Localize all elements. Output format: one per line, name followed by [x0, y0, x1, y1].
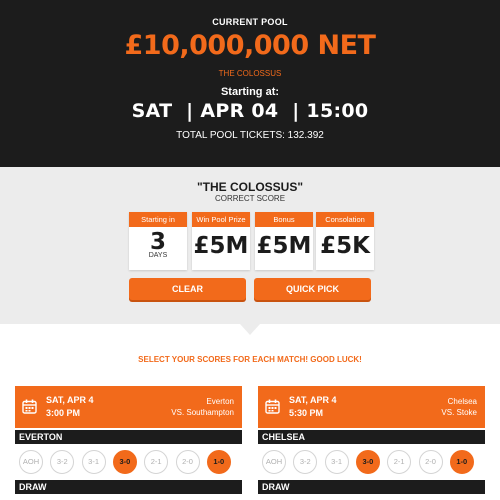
score-option-2-1[interactable]: 2-1 [387, 450, 412, 474]
score-option-aoh[interactable]: AOH [262, 450, 286, 474]
score-option-2-0[interactable]: 2-0 [418, 450, 443, 474]
card-starting-in: Starting in 3 DAYS [129, 212, 187, 270]
match-away-team: VS. Stoke [441, 408, 477, 417]
instruction-text: SELECT YOUR SCORES FOR EACH MATCH! GOOD … [138, 355, 362, 364]
match-home-team: Everton [206, 397, 234, 406]
score-option-3-0[interactable]: 3-0 [112, 450, 137, 474]
home-win-row-label: EVERTON [15, 430, 242, 444]
match-home-team: Chelsea [447, 397, 477, 406]
draw-row-label: DRAW [15, 480, 242, 494]
match-time: 5:30 PM [289, 408, 324, 418]
pool-name: THE COLOSSUS [218, 69, 282, 78]
card-head: Bonus [255, 212, 313, 227]
pool-banner: CURRENT POOL £10,000,000 NET THE COLOSSU… [0, 0, 500, 167]
card-head: Win Pool Prize [192, 212, 250, 227]
panel-pointer [240, 324, 260, 335]
game-title: "THE COLOSSUS" [196, 180, 304, 194]
card-head: Starting in [129, 212, 187, 227]
match-header: SAT, APR 4 3:00 PM Everton VS. Southampt… [15, 386, 242, 428]
score-option-1-0[interactable]: 1-0 [449, 450, 474, 474]
match-header: SAT, APR 4 5:30 PM Chelsea VS. Stoke [258, 386, 485, 428]
calendar-icon [265, 399, 280, 414]
score-option-1-0[interactable]: 1-0 [206, 450, 231, 474]
score-option-3-2[interactable]: 3-2 [50, 450, 75, 474]
start-label: Starting at: [220, 86, 280, 98]
card-value: £5K [320, 233, 370, 259]
score-option-aoh[interactable]: AOH [19, 450, 43, 474]
total-tickets: TOTAL POOL TICKETS: 132.392 [176, 130, 324, 141]
card-unit: DAYS [148, 252, 168, 259]
score-option-3-0[interactable]: 3-0 [355, 450, 380, 474]
quick-pick-button[interactable]: QUICK PICK [254, 278, 371, 300]
draw-row-label: DRAW [258, 480, 485, 494]
match-card-0: SAT, APR 4 3:00 PM Everton VS. Southampt… [15, 386, 242, 494]
pool-label: CURRENT POOL [212, 17, 288, 27]
score-options: AOH 3-2 3-1 3-0 2-1 2-0 1-0 [15, 444, 242, 480]
score-option-3-2[interactable]: 3-2 [293, 450, 318, 474]
match-time: 3:00 PM [46, 408, 81, 418]
clear-button[interactable]: CLEAR [129, 278, 246, 300]
score-option-2-1[interactable]: 2-1 [144, 450, 169, 474]
card-bonus: Bonus £5M [255, 212, 313, 270]
card-consolation: Consolation £5K [316, 212, 374, 270]
match-away-team: VS. Southampton [171, 408, 234, 417]
match-date: SAT, APR 4 [46, 395, 94, 405]
calendar-icon [22, 399, 37, 414]
card-value: £5M [256, 233, 312, 259]
match-date: SAT, APR 4 [289, 395, 337, 405]
score-options: AOH 3-2 3-1 3-0 2-1 2-0 1-0 [258, 444, 485, 480]
home-win-row-label: CHELSEA [258, 430, 485, 444]
card-value: £5M [193, 233, 249, 259]
start-datetime: SAT | APR 04 | 15:00 [131, 100, 369, 122]
score-option-3-1[interactable]: 3-1 [324, 450, 349, 474]
card-win-pool-prize: Win Pool Prize £5M [192, 212, 250, 270]
card-head: Consolation [316, 212, 374, 227]
pool-amount: £10,000,000 NET [124, 30, 376, 61]
match-card-1: SAT, APR 4 5:30 PM Chelsea VS. Stoke CHE… [258, 386, 485, 494]
score-option-3-1[interactable]: 3-1 [81, 450, 106, 474]
score-option-2-0[interactable]: 2-0 [175, 450, 200, 474]
game-subtitle: CORRECT SCORE [214, 194, 286, 203]
